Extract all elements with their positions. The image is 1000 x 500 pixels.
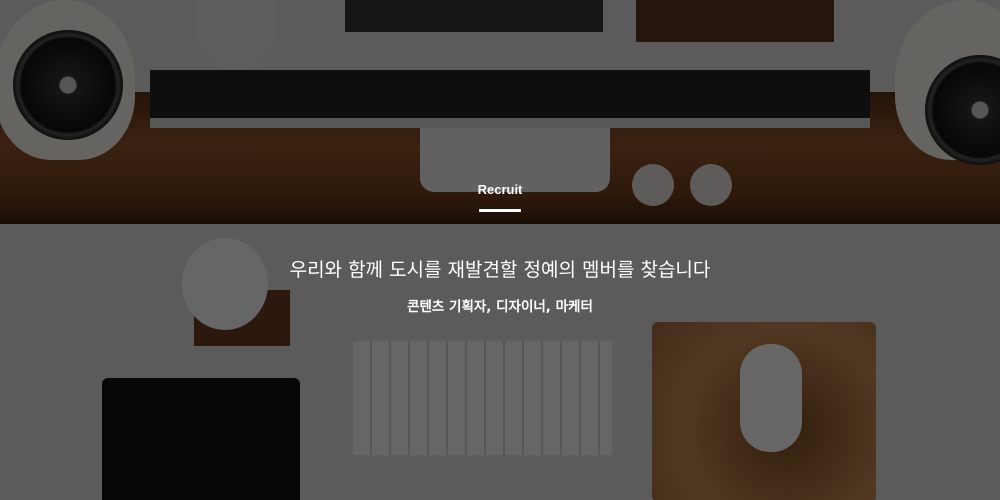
label-underline: [479, 209, 521, 212]
section-label: Recruit: [477, 182, 523, 197]
dark-overlay: [0, 0, 1000, 500]
recruit-hero-banner: Recruit 우리와 함께 도시를 재발견할 정예의 멤버를 찾습니다 콘텐츠…: [0, 0, 1000, 500]
hero-headline: 우리와 함께 도시를 재발견할 정예의 멤버를 찾습니다: [289, 259, 711, 281]
hero-positions: 콘텐츠 기획자, 디자이너, 마케터: [407, 299, 593, 315]
